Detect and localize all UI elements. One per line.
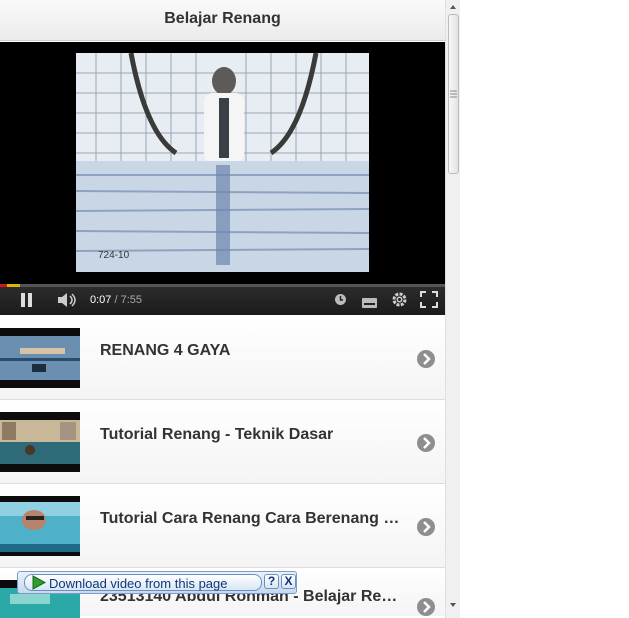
player-controls: 0:07 / 7:55 <box>0 284 445 315</box>
page-header: Belajar Renang <box>0 0 445 41</box>
video-thumbnail <box>0 496 80 556</box>
chevron-right-icon[interactable] <box>417 350 435 368</box>
chevron-right-icon[interactable] <box>417 518 435 536</box>
grip-icon <box>450 90 457 98</box>
captions-icon[interactable] <box>362 295 377 313</box>
scroll-up-arrow-icon[interactable] <box>446 2 460 12</box>
progress-played <box>0 284 7 287</box>
download-label: Download video from this page <box>49 576 228 591</box>
video-title: Tutorial Cara Renang Cara Berenang Gaya … <box>100 510 400 527</box>
scroll-down-arrow-icon[interactable] <box>446 600 460 610</box>
chevron-right-icon[interactable] <box>417 434 435 452</box>
video-frame[interactable]: 724-10 <box>76 53 369 272</box>
video-title: Tutorial Renang - Teknik Dasar <box>100 426 334 443</box>
duration: 7:55 <box>120 294 143 306</box>
chevron-right-icon[interactable] <box>417 598 435 616</box>
help-button[interactable]: ? <box>264 574 279 589</box>
progress-bar[interactable] <box>0 284 445 287</box>
app-window: Belajar Renang 724-10 0:07 / 7:55 RENANG… <box>0 0 445 618</box>
video-title: RENANG 4 GAYA <box>100 342 231 359</box>
time-separator: / <box>111 294 121 306</box>
play-green-icon <box>32 575 47 590</box>
video-list-item[interactable]: Tutorial Cara Renang Cara Berenang Gaya … <box>0 484 445 568</box>
volume-icon[interactable] <box>58 293 78 312</box>
video-thumbnail <box>0 412 80 472</box>
settings-gear-icon[interactable] <box>391 291 408 313</box>
video-thumbnail <box>0 328 80 388</box>
download-toolbar: Download video from this page ? X <box>17 571 297 594</box>
fullscreen-icon[interactable] <box>420 291 438 313</box>
page-title: Belajar Renang <box>164 10 281 27</box>
current-time: 0:07 <box>90 294 112 306</box>
progress-buffered <box>6 284 21 287</box>
close-button[interactable]: X <box>281 574 296 589</box>
watch-later-icon[interactable] <box>334 293 347 311</box>
download-video-button[interactable]: Download video from this page <box>24 574 262 591</box>
pause-icon[interactable] <box>20 293 34 312</box>
video-list-item[interactable]: RENANG 4 GAYA <box>0 316 445 400</box>
video-watermark: 724-10 <box>98 250 130 261</box>
video-still-swimmer: 724-10 <box>76 53 369 272</box>
time-display: 0:07 / 7:55 <box>90 294 142 306</box>
scrollbar-thumb[interactable] <box>448 14 459 174</box>
vertical-scrollbar[interactable] <box>445 0 460 618</box>
video-player[interactable]: 724-10 0:07 / 7:55 <box>0 42 445 315</box>
video-list-item[interactable]: Tutorial Renang - Teknik Dasar <box>0 400 445 484</box>
